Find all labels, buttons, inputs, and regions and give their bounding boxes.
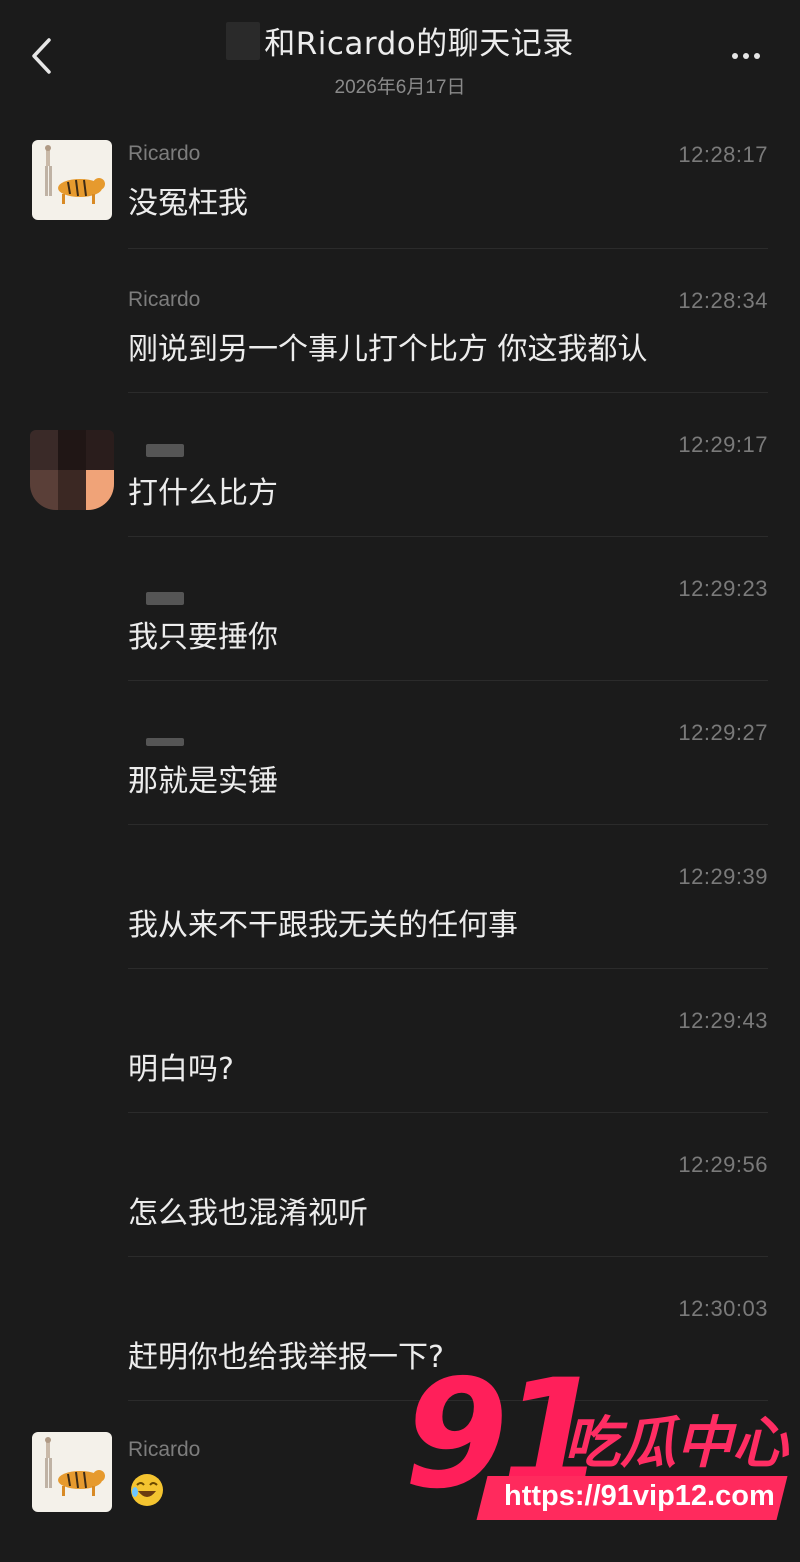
top-bar: 和Ricardo的聊天记录 2026年6月17日 (0, 0, 800, 110)
message-item[interactable]: 12:29:23 我只要捶你 (0, 574, 800, 674)
message-item[interactable]: 12:29:56 怎么我也混淆视听 (0, 1150, 800, 1250)
message-time: 12:30:03 (678, 1296, 768, 1321)
divider (128, 824, 768, 825)
divider (128, 248, 768, 249)
message-time: 12:29:23 (678, 576, 768, 601)
divider (128, 680, 768, 681)
title-block: 和Ricardo的聊天记录 2026年6月17日 (150, 18, 650, 99)
laughing-emoji-icon (128, 1470, 166, 1508)
mosaic-avatar-icon (30, 430, 114, 510)
redacted-name-block (226, 21, 261, 60)
back-button[interactable] (18, 30, 66, 82)
message-text: 怎么我也混淆视听 (128, 1196, 368, 1231)
more-options-button[interactable] (724, 42, 768, 70)
message-item[interactable]: 12:29:43 明白吗? (0, 1006, 800, 1106)
divider (128, 536, 768, 537)
message-time: 12:28:34 (678, 288, 768, 313)
page-date: 2026年6月17日 (334, 76, 466, 98)
message-text: 打什么比方 (128, 476, 278, 511)
watermark-name: 吃瓜中心 (564, 1411, 788, 1476)
redacted-sender-block (146, 444, 184, 457)
tiger-avatar[interactable] (32, 140, 112, 220)
tiger-figure-icon (45, 1437, 105, 1496)
chat-history-screen: 和Ricardo的聊天记录 2026年6月17日 Ricardo 12:28:1… (0, 0, 800, 1562)
divider (128, 968, 768, 969)
message-time: 12:28:17 (678, 142, 768, 167)
message-item[interactable]: Ricardo 12:28:34 刚说到另一个事儿打个比方 你这我都认 (0, 286, 800, 386)
message-item[interactable]: 12:29:17 打什么比方 (0, 430, 800, 530)
message-text: 没冤枉我 (128, 186, 248, 221)
watermark-url: https://91vip12.com (504, 1480, 775, 1512)
more-dot-icon (732, 53, 738, 59)
divider (128, 392, 768, 393)
message-time: 12:29:43 (678, 1008, 768, 1033)
message-text: 那就是实锤 (128, 764, 278, 799)
more-dot-icon (754, 53, 760, 59)
message-text: 我从来不干跟我无关的任何事 (128, 908, 518, 943)
message-time: 12:29:56 (678, 1152, 768, 1177)
page-title: 和Ricardo的聊天记录 (264, 26, 574, 62)
divider (128, 1256, 768, 1257)
message-item[interactable]: 12:29:39 我从来不干跟我无关的任何事 (0, 862, 800, 962)
message-text: 明白吗? (128, 1052, 234, 1087)
blurred-avatar[interactable] (30, 430, 114, 510)
redacted-sender-block (146, 592, 184, 605)
message-text: 赶明你也给我举报一下? (128, 1340, 444, 1375)
divider (128, 1112, 768, 1113)
chevron-left-icon (32, 38, 51, 74)
watermark-logo: 91 吃瓜中心 https://91vip12.com (404, 1360, 800, 1540)
message-sender: Ricardo (128, 142, 201, 165)
tiger-figure-icon (45, 145, 105, 204)
message-item[interactable]: Ricardo 12:28:17 没冤枉我 (0, 140, 800, 240)
message-time: 12:29:17 (678, 432, 768, 457)
message-sender: Ricardo (128, 288, 201, 311)
tiger-avatar[interactable] (32, 1432, 112, 1512)
message-item[interactable]: 12:29:27 那就是实锤 (0, 718, 800, 818)
more-dot-icon (743, 53, 749, 59)
message-text: 刚说到另一个事儿打个比方 你这我都认 (128, 332, 648, 367)
message-text: 我只要捶你 (128, 620, 278, 655)
message-sender: Ricardo (128, 1438, 201, 1461)
message-time: 12:29:27 (678, 720, 768, 745)
redacted-sender-block (146, 738, 184, 746)
message-time: 12:29:39 (678, 864, 768, 889)
